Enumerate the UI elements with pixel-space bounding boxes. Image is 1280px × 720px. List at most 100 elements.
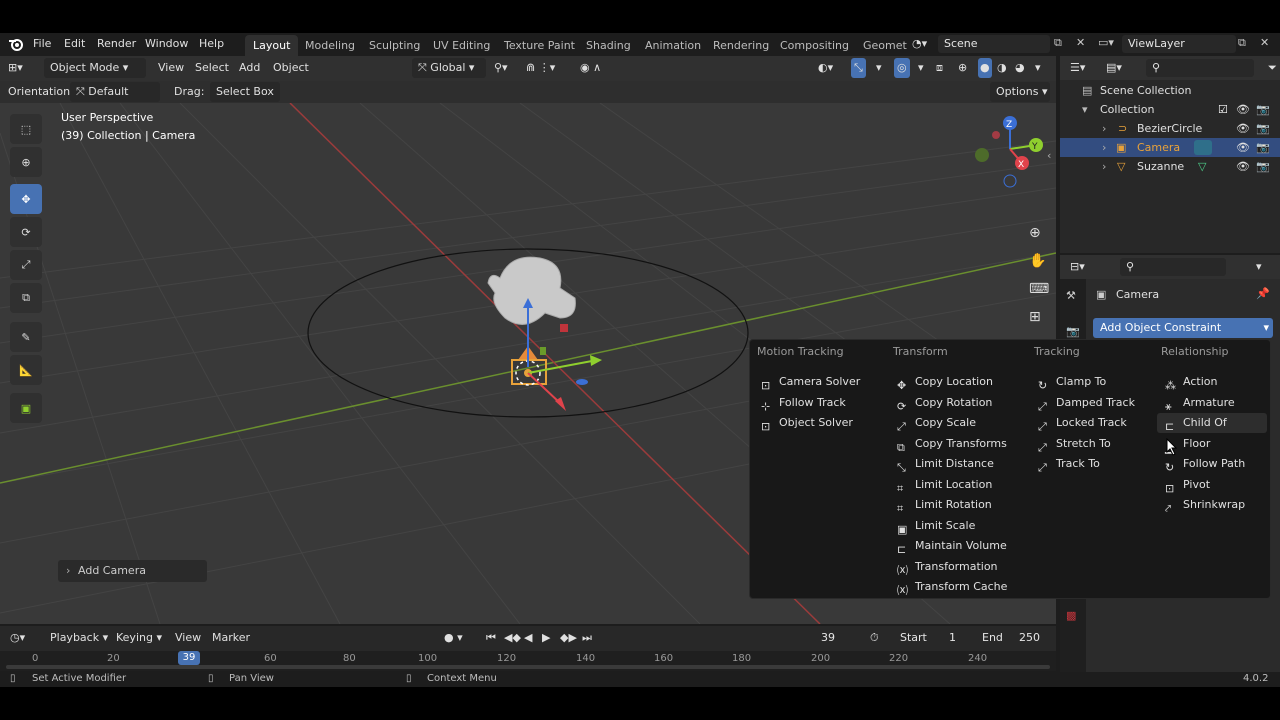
delete-scene-icon[interactable]: ✕ [1076,36,1085,49]
proportional-edit-icon[interactable]: ◉ ∧ [580,58,601,78]
overlays-icon[interactable]: ◎ [894,58,910,78]
menu-item-copy-rotation[interactable]: ⟳ Copy Rotation [893,393,992,413]
properties-search[interactable]: ⚲ [1120,258,1226,276]
zoom-icon[interactable]: ⊕ [1029,225,1041,241]
start-frame-field[interactable]: Start 1 [890,629,964,647]
menu-item-maintain-volume[interactable]: ⊏ Maintain Volume [893,536,1007,556]
menu-item-limit-scale[interactable]: ▣ Limit Scale [893,516,975,536]
menu-item-damped-track[interactable]: ⤢ Damped Track [1034,393,1135,413]
shading-rendered-icon[interactable]: ◕ [1015,58,1025,78]
menu-item-clamp-to[interactable]: ↻ Clamp To [1034,372,1106,392]
collection-row[interactable]: ▾ Collection ☑ 👁 📷 [1060,100,1280,119]
overlays-dropdown-icon[interactable]: ▾ [918,58,924,78]
tab-layout[interactable]: Layout [245,35,299,56]
menu-item-camera-solver[interactable]: ⊡ Camera Solver [757,372,860,392]
pan-hand-icon[interactable]: ✋ [1029,253,1046,269]
menu-item-copy-scale[interactable]: ⤢ Copy Scale [893,413,976,433]
delete-viewlayer-icon[interactable]: ✕ [1260,36,1269,49]
shading-material-icon[interactable]: ◑ [997,58,1007,78]
visibility-icon[interactable]: ◐▾ [818,58,833,78]
menu-item-action[interactable]: ⁂ Action [1161,372,1217,392]
tab-geometry-nodes[interactable]: Geomet [855,35,915,56]
menu-item-locked-track[interactable]: ⤢ Locked Track [1034,413,1127,433]
play-reverse-icon[interactable]: ◀ [524,628,532,648]
gizmo-toggle-icon[interactable]: ⤡ [851,58,866,78]
drag-dropdown[interactable]: Select Box [210,82,280,102]
options-dropdown[interactable]: Options ▾ [990,82,1050,102]
editor-type-icon[interactable]: ⊞▾ [8,58,23,78]
suzanne-mesh[interactable] [487,256,576,325]
new-viewlayer-icon[interactable]: ⧉ [1238,36,1246,50]
menu-item-copy-transforms[interactable]: ⧉ Copy Transforms [893,434,1007,454]
menu-item-pivot[interactable]: ⊡ Pivot [1161,475,1210,495]
properties-options-icon[interactable]: ▾ [1256,257,1262,277]
shading-dropdown-icon[interactable]: ▾ [1035,58,1041,78]
visibility-eye-icon[interactable]: 👁 [1236,157,1250,176]
tab-compositing[interactable]: Compositing [772,35,857,56]
menu-item-limit-rotation[interactable]: ⌗ Limit Rotation [893,495,992,515]
menu-select[interactable]: Select [195,58,229,78]
render-camera-icon[interactable]: 📷 [1256,157,1270,176]
menu-file[interactable]: File [33,37,51,50]
camera-data-icon[interactable] [1194,140,1212,155]
expand-arrow-icon[interactable]: › [1102,119,1106,138]
visibility-eye-icon[interactable]: 👁 [1236,119,1250,138]
tab-animation[interactable]: Animation [637,35,709,56]
menu-item-follow-path[interactable]: ↻ Follow Path [1161,454,1245,474]
orientation-dropdown[interactable]: ⤧ Default [70,82,160,102]
prev-keyframe-icon[interactable]: ◀◆ [504,628,521,648]
xray-icon[interactable]: ⧈ [936,58,943,78]
texture-tab-icon[interactable]: ▩ [1066,609,1076,622]
cursor-tool-button[interactable]: ⊕ [10,147,42,177]
gizmo-dropdown-icon[interactable]: ▾ [876,58,882,78]
playhead[interactable]: 39 [178,651,200,665]
transform-orientation[interactable]: ⤧ Global ▾ [412,58,486,78]
scene-icon[interactable]: ◔▾ [912,37,927,50]
render-camera-icon[interactable]: 📷 [1256,100,1270,119]
keying-menu[interactable]: Keying ▾ [116,628,162,648]
scale-tool-button[interactable]: ⤢ [10,250,42,280]
navigation-gizmo[interactable]: Z Y X [970,109,1050,189]
scene-collection-row[interactable]: ▤ Scene Collection [1060,81,1280,100]
timeline-editor-icon[interactable]: ◷▾ [10,628,25,648]
record-icon[interactable]: ● ▾ [444,628,463,648]
timeline-ruler[interactable]: 0 20 60 80 100 120 140 160 180 200 220 2… [0,651,1056,671]
annotate-tool-button[interactable]: ✎ [10,322,42,352]
tab-uv-editing[interactable]: UV Editing [425,35,498,56]
end-frame-field[interactable]: End 250 [972,629,1048,647]
shading-wireframe-icon[interactable]: ⊕ [958,58,967,78]
add-cube-tool-button[interactable]: ▣ [10,393,42,423]
menu-item-armature[interactable]: ⚹ Armature [1161,393,1235,413]
mesh-data-icon[interactable]: ▽ [1198,157,1206,176]
tab-shading[interactable]: Shading [578,35,639,56]
snap-icon[interactable]: ⋒ ⋮▾ [526,58,555,78]
play-icon[interactable]: ▶ [542,628,550,648]
tab-modeling[interactable]: Modeling [297,35,363,56]
outliner-item-beziercircle[interactable]: › ⊃ BezierCircle 👁 📷 [1060,119,1280,138]
viewlayer-selector[interactable]: ViewLayer [1122,35,1236,53]
marker-menu[interactable]: Marker [212,628,250,648]
jump-end-icon[interactable]: ⏭ [582,628,592,648]
grid-view-icon[interactable]: ⊞ [1029,309,1041,325]
current-frame-field[interactable]: 39 [794,629,862,647]
pin-icon[interactable]: 📌 [1256,287,1270,300]
outliner-item-camera[interactable]: › ▣ Camera 👁 📷 [1060,138,1280,157]
outliner-item-suzanne[interactable]: › ▽ Suzanne ▽ 👁 📷 [1060,157,1280,176]
menu-item-limit-location[interactable]: ⌗ Limit Location [893,475,992,495]
menu-item-limit-distance[interactable]: ⤡ Limit Distance [893,454,994,474]
menu-edit[interactable]: Edit [64,37,85,50]
transform-tool-button[interactable]: ⧉ [10,283,42,313]
timeline-scrollbar[interactable] [6,665,1050,669]
select-tool-button[interactable]: ⬚ [10,114,42,144]
menu-view[interactable]: View [158,58,184,78]
sidebar-toggle-icon[interactable]: ‹ [1047,149,1051,162]
outliner-editor-icon[interactable]: ☰▾ [1070,58,1085,78]
include-checkbox-icon[interactable]: ☑ [1218,100,1228,119]
menu-item-transform-cache[interactable]: ⒳ Transform Cache [893,577,1007,597]
render-camera-icon[interactable]: 📷 [1256,119,1270,138]
blender-logo-icon[interactable] [8,37,24,51]
playback-menu[interactable]: Playback ▾ [50,628,108,648]
visibility-eye-icon[interactable]: 👁 [1236,100,1250,119]
visibility-eye-icon[interactable]: 👁 [1236,138,1250,157]
menu-render[interactable]: Render [97,37,136,50]
